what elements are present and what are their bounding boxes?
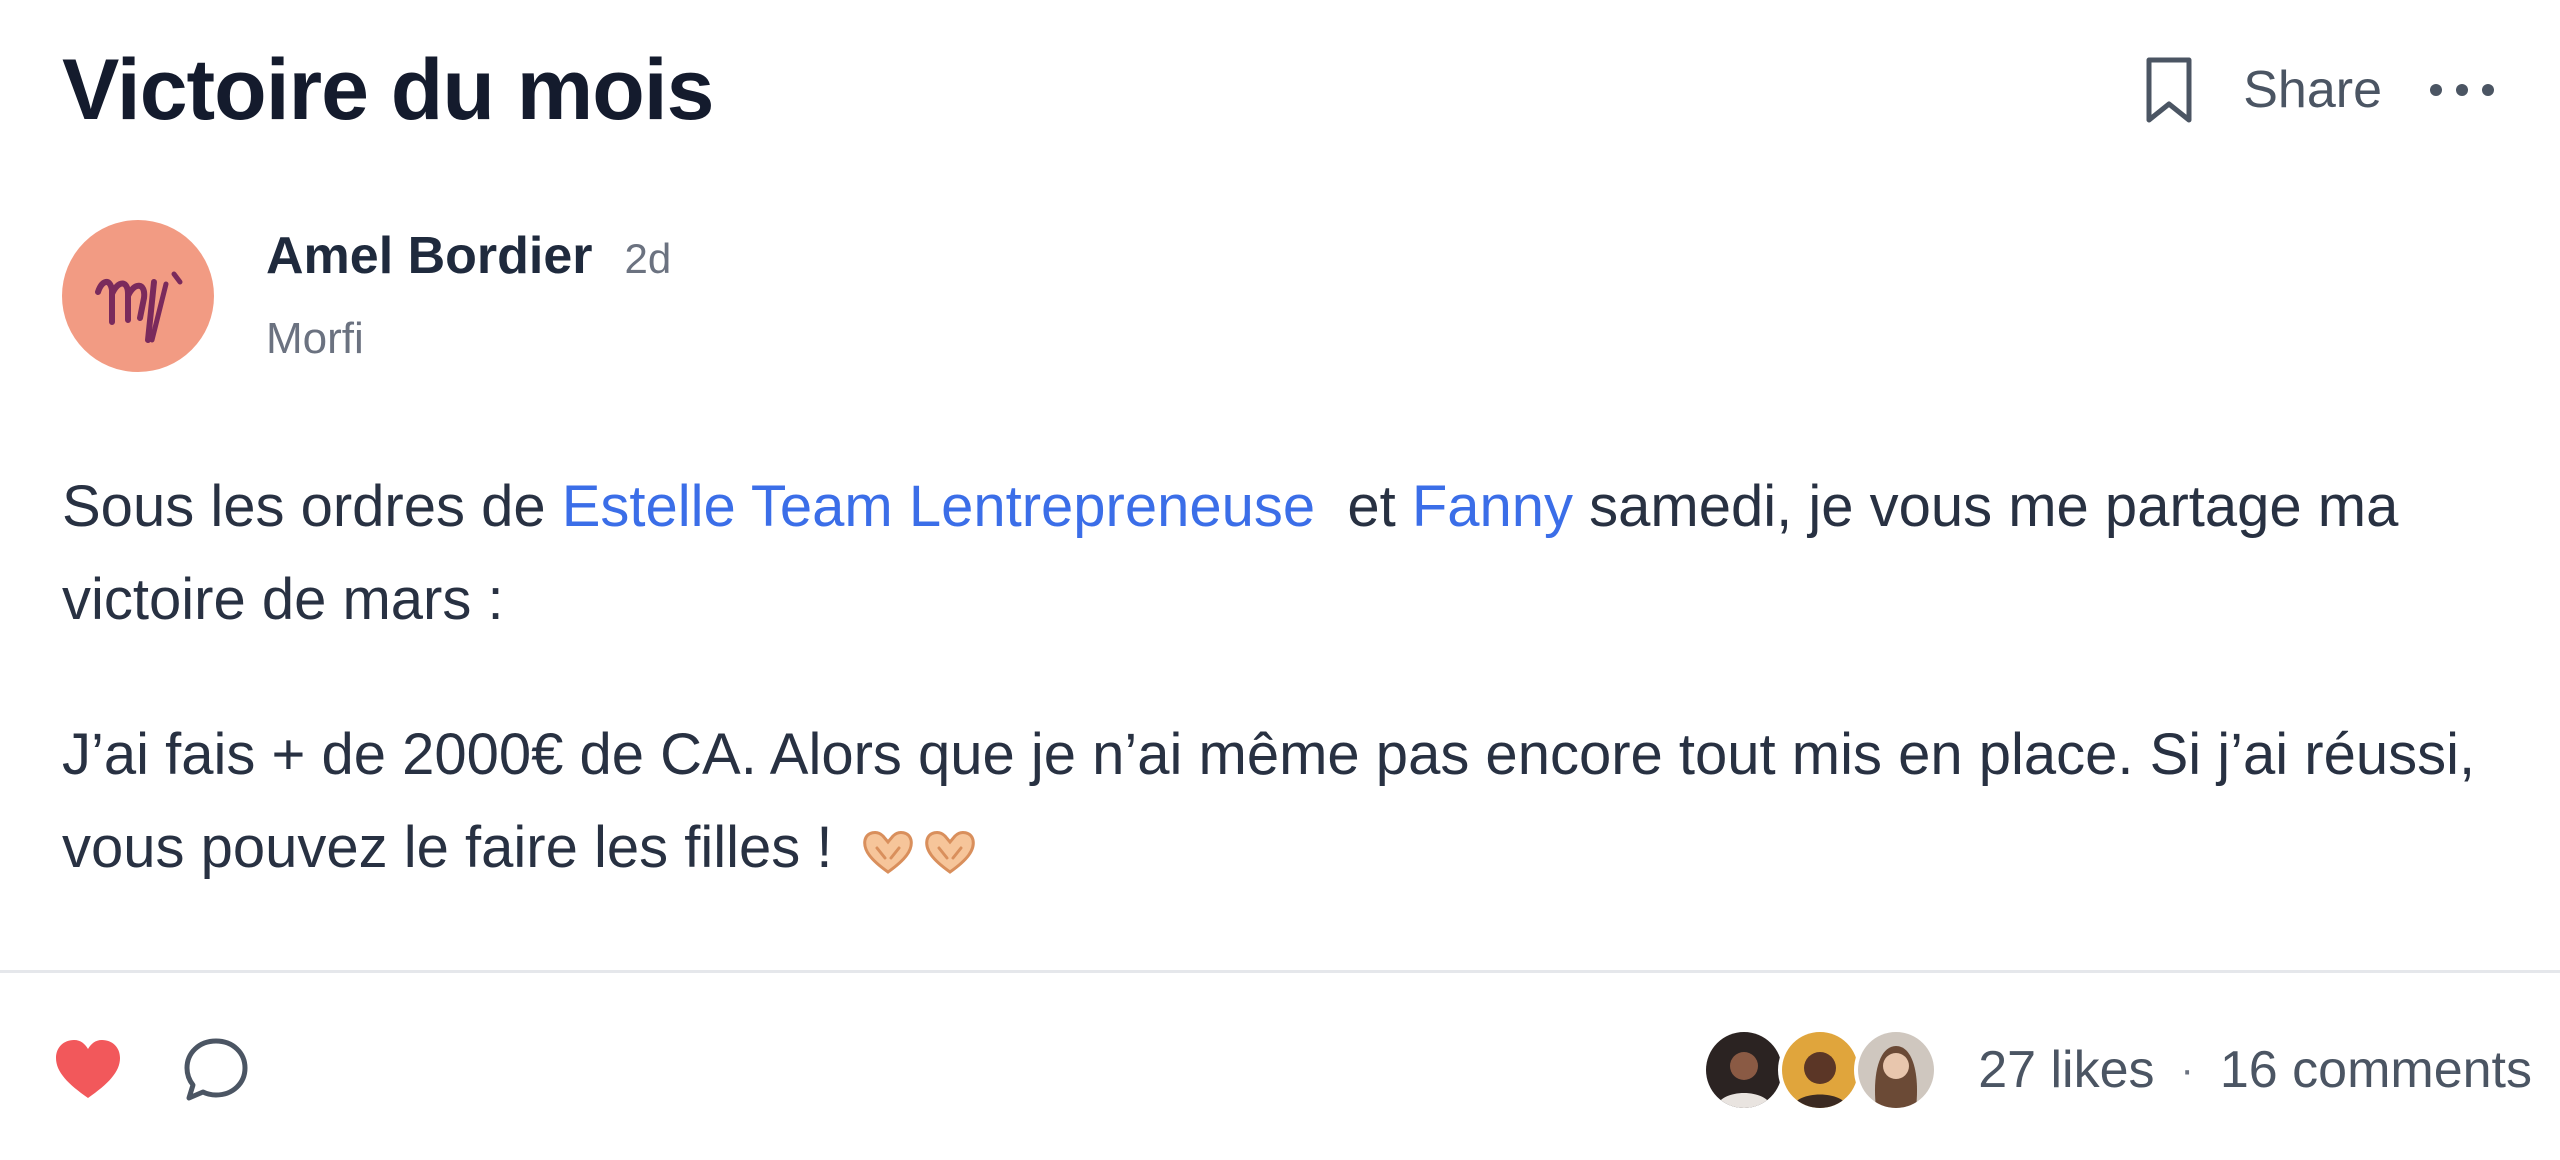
post-paragraph: Sous les ordres de Estelle Team Lentrepr… <box>62 460 2502 646</box>
more-horizontal-icon[interactable] <box>2426 70 2498 110</box>
avatar[interactable] <box>62 220 214 372</box>
author-name[interactable]: Amel Bordier <box>266 226 593 286</box>
post-title: Victoire du mois <box>62 41 714 138</box>
post-body: Sous les ordres de Estelle Team Lentrepr… <box>62 460 2502 956</box>
reaction-buttons <box>50 1032 254 1108</box>
author-block: Amel Bordier 2d Morfi <box>62 220 671 372</box>
comments-count[interactable]: 16 comments <box>2220 1040 2532 1100</box>
footer-divider <box>0 970 2560 973</box>
body-text: et <box>1315 474 1412 539</box>
author-name-row: Amel Bordier 2d <box>266 226 671 286</box>
body-text: J’ai fais + de 2000€ de CA. Alors que je… <box>62 722 2476 880</box>
bookmark-icon[interactable] <box>2139 52 2199 128</box>
post-paragraph: J’ai fais + de 2000€ de CA. Alors que je… <box>62 708 2502 894</box>
post-header: Victoire du mois Share <box>62 38 2498 142</box>
post-time: 2d <box>624 235 672 282</box>
heart-hands-emoji-icon <box>859 828 979 876</box>
engagement-counts: 27 likes · 16 comments <box>1978 1040 2532 1100</box>
separator: · <box>2180 1047 2194 1092</box>
author-group: Morfi <box>266 314 364 363</box>
post-footer: 27 likes · 16 comments <box>50 1020 2532 1120</box>
avatar <box>1854 1028 1939 1112</box>
avatar <box>1702 1028 1787 1112</box>
mention-link[interactable]: Fanny <box>1412 474 1573 539</box>
mention-link[interactable]: Estelle Team Lentrepreneuse <box>562 474 1315 539</box>
author-meta: Amel Bordier 2d Morfi <box>266 220 671 364</box>
body-text: Sous les ordres de <box>62 474 562 539</box>
engagement-summary: 27 likes · 16 comments <box>1702 1028 2532 1112</box>
post-card: Victoire du mois Share Amel Bordier 2d M… <box>0 0 2560 1160</box>
avatar <box>1778 1028 1863 1112</box>
heart-icon[interactable] <box>50 1032 126 1108</box>
share-button[interactable]: Share <box>2243 60 2382 120</box>
liker-avatars[interactable] <box>1702 1028 1939 1112</box>
post-actions: Share <box>2139 52 2498 128</box>
comment-icon[interactable] <box>178 1032 254 1108</box>
likes-count[interactable]: 27 likes <box>1978 1040 2154 1100</box>
